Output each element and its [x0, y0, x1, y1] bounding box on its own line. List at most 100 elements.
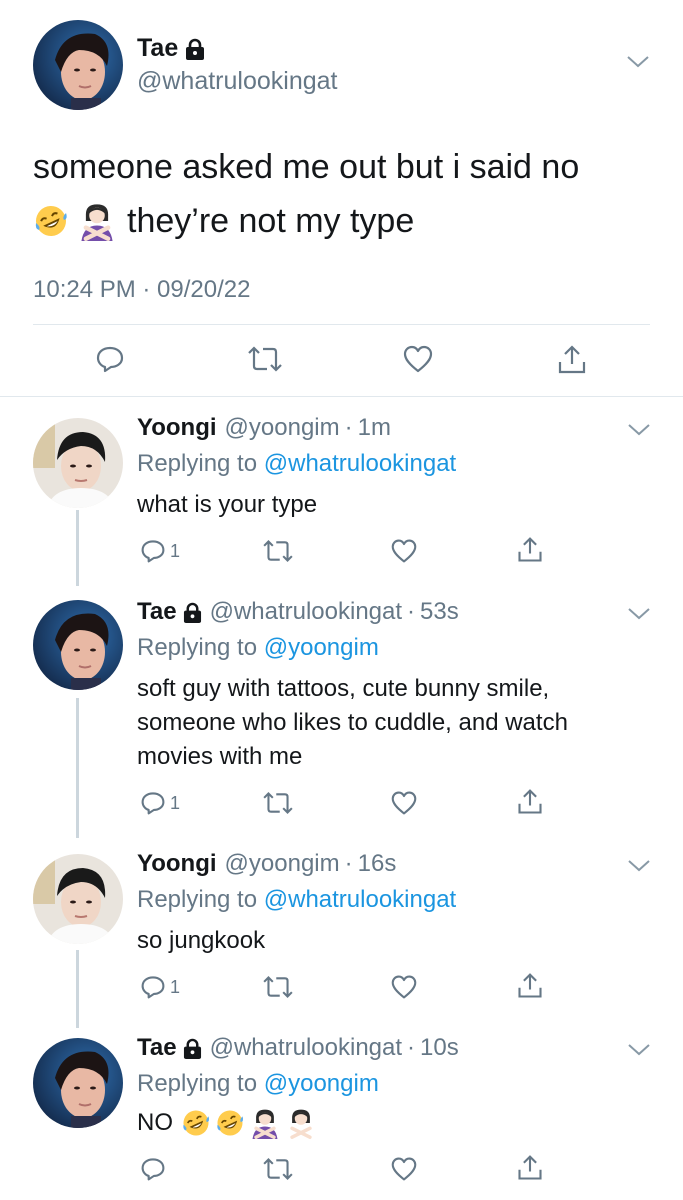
replying-to: Replying to @yoongim	[137, 634, 379, 662]
retweet-icon	[248, 346, 282, 372]
retweet-button[interactable]	[262, 790, 294, 816]
lock-icon	[183, 1038, 201, 1059]
avatar[interactable]	[33, 1038, 123, 1128]
tweet-text: so jungkook	[137, 924, 637, 958]
replying-to: Replying to @whatrulookingat	[137, 886, 456, 914]
reply-count: 1	[170, 792, 181, 813]
heart-icon	[403, 345, 433, 373]
avatar[interactable]	[33, 600, 123, 690]
display-name-text[interactable]: Tae	[137, 1034, 177, 1062]
crossed-arms-emoji	[81, 204, 113, 241]
retweet-button[interactable]	[262, 974, 294, 1000]
reply-button[interactable]: 1	[140, 790, 180, 816]
handle[interactable]: @whatrulookingat	[210, 1034, 402, 1062]
replying-to-prefix: Replying to	[137, 886, 258, 913]
reply-button[interactable]: 1	[140, 538, 180, 564]
timestamp[interactable]: 1m	[358, 414, 391, 442]
tweet-header: Yoongi @yoongim · 16s	[137, 850, 396, 878]
mention-link[interactable]: @yoongim	[264, 634, 379, 661]
chevron-down-icon[interactable]	[627, 1042, 651, 1063]
display-name[interactable]: Tae	[137, 598, 202, 626]
share-button[interactable]	[516, 1154, 544, 1182]
avatar[interactable]	[33, 418, 123, 508]
tweet-text: what is your type	[137, 488, 637, 522]
avatar[interactable]	[33, 854, 123, 944]
lock-icon	[186, 38, 205, 60]
retweet-icon	[263, 539, 293, 563]
reply-count: 1	[170, 540, 181, 561]
share-button[interactable]	[516, 536, 544, 564]
display-name[interactable]: Yoongi	[137, 850, 217, 878]
crossed-arms-emoji	[252, 1109, 278, 1139]
replying-to-prefix: Replying to	[137, 634, 258, 661]
separator-dot: ·	[407, 1034, 416, 1061]
rofl-emoji	[183, 1110, 210, 1136]
display-name-text[interactable]: Tae	[137, 598, 177, 626]
mention-link[interactable]: @yoongim	[264, 1070, 379, 1097]
share-icon	[518, 1155, 542, 1180]
reply-tweet: Yoongi @yoongim · 16s Replying to @whatr…	[0, 838, 683, 1028]
reply-tweet: Tae @whatrulookingat · 10s Replying to @…	[0, 1028, 683, 1200]
handle[interactable]: @yoongim	[225, 850, 340, 878]
rofl-emoji	[35, 206, 67, 236]
reply-button[interactable]	[95, 344, 125, 379]
reply-button[interactable]	[140, 1156, 166, 1182]
replying-to-prefix: Replying to	[137, 1070, 258, 1097]
timestamp[interactable]: 16s	[358, 850, 397, 878]
like-button[interactable]	[390, 538, 418, 564]
tweet-header: Tae @whatrulookingat · 53s	[137, 598, 459, 626]
handle[interactable]: @whatrulookingat	[137, 67, 338, 96]
tweet-text-content: soft guy with tattoos, cute bunny smile,…	[137, 675, 568, 770]
timestamp[interactable]: 10s	[420, 1034, 459, 1062]
avatar[interactable]	[33, 20, 123, 110]
tweet-header: Tae @whatrulookingat · 10s	[137, 1034, 459, 1062]
reply-icon	[141, 976, 165, 999]
share-button[interactable]	[516, 972, 544, 1000]
tweet-text-line-2-text: they’re not my type	[127, 202, 415, 240]
share-button[interactable]	[556, 344, 588, 381]
timestamp[interactable]: 10:24 PM · 09/20/22	[33, 276, 250, 304]
handle[interactable]: @whatrulookingat	[210, 598, 402, 626]
chevron-down-icon[interactable]	[627, 422, 651, 443]
share-icon	[518, 973, 542, 998]
display-name[interactable]: Tae	[137, 34, 205, 63]
retweet-button[interactable]	[247, 344, 283, 379]
share-icon	[558, 345, 586, 374]
display-name[interactable]: Yoongi	[137, 414, 217, 442]
replying-to-prefix: Replying to	[137, 450, 258, 477]
separator-dot: ·	[344, 414, 353, 441]
replying-to: Replying to @yoongim	[137, 1070, 379, 1098]
mention-link[interactable]: @whatrulookingat	[264, 450, 456, 477]
chevron-down-icon[interactable]	[626, 54, 650, 75]
retweet-button[interactable]	[262, 538, 294, 564]
like-button[interactable]	[402, 344, 434, 379]
retweet-icon	[263, 791, 293, 815]
lock-icon	[183, 602, 201, 623]
like-button[interactable]	[390, 1156, 418, 1182]
display-name-text[interactable]: Tae	[137, 34, 178, 63]
like-button[interactable]	[390, 974, 418, 1000]
rofl-emoji	[217, 1110, 244, 1136]
separator-dot: ·	[407, 598, 416, 625]
display-name[interactable]: Tae	[137, 1034, 202, 1062]
separator-dot: ·	[344, 850, 353, 877]
timestamp[interactable]: 53s	[420, 598, 459, 626]
handle[interactable]: @yoongim	[225, 414, 340, 442]
retweet-button[interactable]	[262, 1156, 294, 1182]
divider	[33, 324, 650, 325]
reply-icon	[141, 792, 165, 815]
tweet-header: Yoongi @yoongim · 1m	[137, 414, 391, 442]
tweet-text: soft guy with tattoos, cute bunny smile,…	[137, 672, 627, 774]
reply-tweet: Tae @whatrulookingat · 53s Replying to @…	[0, 586, 683, 838]
crossed-arms-emoji	[288, 1109, 314, 1139]
reply-count: 1	[170, 976, 181, 997]
like-button[interactable]	[390, 790, 418, 816]
reply-button[interactable]: 1	[140, 974, 180, 1000]
share-button[interactable]	[516, 788, 544, 816]
chevron-down-icon[interactable]	[627, 858, 651, 879]
chevron-down-icon[interactable]	[627, 606, 651, 627]
tweet-text-line-1: someone asked me out but i said no	[33, 148, 580, 186]
thread-line	[76, 698, 79, 838]
mention-link[interactable]: @whatrulookingat	[264, 886, 456, 913]
heart-icon	[391, 1157, 417, 1181]
